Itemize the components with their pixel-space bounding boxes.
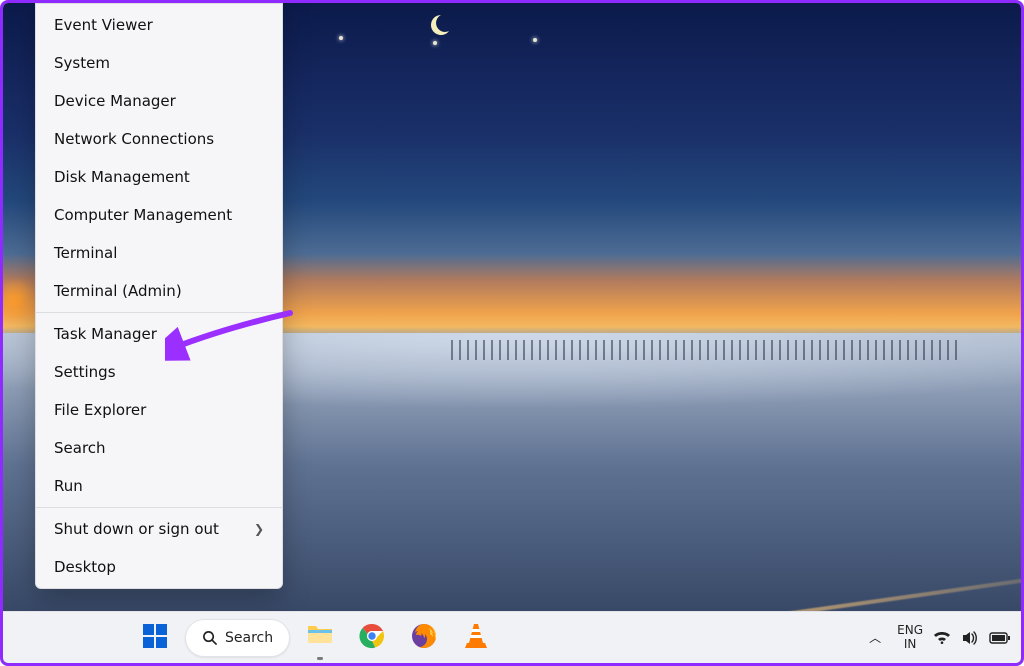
- menu-item-label: Device Manager: [54, 92, 176, 110]
- menu-item-label: Search: [54, 439, 106, 457]
- chrome-icon: [359, 623, 385, 653]
- menu-item-label: Run: [54, 477, 83, 495]
- firefox-icon: [411, 623, 437, 653]
- menu-item-system[interactable]: System: [36, 44, 282, 82]
- start-context-menu[interactable]: Event Viewer System Device Manager Netwo…: [35, 3, 283, 589]
- taskbar: Search: [3, 611, 1021, 663]
- menu-item-network-connections[interactable]: Network Connections: [36, 120, 282, 158]
- menu-item-event-viewer[interactable]: Event Viewer: [36, 6, 282, 44]
- menu-item-terminal-admin[interactable]: Terminal (Admin): [36, 272, 282, 310]
- menu-item-label: Terminal (Admin): [54, 282, 182, 300]
- taskbar-app-chrome[interactable]: [350, 618, 394, 658]
- speaker-icon[interactable]: [961, 629, 979, 647]
- menu-item-settings[interactable]: Settings: [36, 353, 282, 391]
- taskbar-search[interactable]: Search: [185, 619, 290, 657]
- chevron-right-icon: ❯: [254, 522, 264, 536]
- language-secondary: IN: [897, 638, 923, 651]
- star-icon: [533, 38, 537, 42]
- menu-item-shutdown-signout[interactable]: Shut down or sign out ❯: [36, 510, 282, 548]
- menu-item-label: Settings: [54, 363, 116, 381]
- menu-item-task-manager[interactable]: Task Manager: [36, 315, 282, 353]
- menu-separator: [36, 312, 282, 313]
- menu-item-device-manager[interactable]: Device Manager: [36, 82, 282, 120]
- menu-item-label: File Explorer: [54, 401, 146, 419]
- menu-item-run[interactable]: Run: [36, 467, 282, 505]
- taskbar-app-firefox[interactable]: [402, 618, 446, 658]
- moon-icon: [427, 13, 451, 37]
- folder-icon: [306, 621, 334, 649]
- wifi-icon[interactable]: [933, 629, 951, 647]
- battery-icon[interactable]: [989, 631, 1011, 645]
- menu-item-label: Disk Management: [54, 168, 190, 186]
- menu-item-disk-management[interactable]: Disk Management: [36, 158, 282, 196]
- menu-item-file-explorer[interactable]: File Explorer: [36, 391, 282, 429]
- menu-item-label: Computer Management: [54, 206, 232, 224]
- language-primary: ENG: [897, 624, 923, 637]
- language-indicator[interactable]: ENG IN: [897, 624, 923, 650]
- menu-item-label: Terminal: [54, 244, 117, 262]
- menu-item-terminal[interactable]: Terminal: [36, 234, 282, 272]
- menu-item-computer-management[interactable]: Computer Management: [36, 196, 282, 234]
- menu-separator: [36, 507, 282, 508]
- menu-item-label: System: [54, 54, 110, 72]
- taskbar-app-vlc[interactable]: [454, 618, 498, 658]
- chevron-up-icon: ︿: [869, 631, 881, 645]
- wallpaper-treeline: [451, 340, 960, 360]
- taskbar-center: Search: [133, 615, 498, 660]
- taskbar-app-file-explorer[interactable]: [298, 615, 342, 660]
- menu-item-label: Task Manager: [54, 325, 157, 343]
- tray-overflow-button[interactable]: ︿: [863, 625, 887, 650]
- menu-item-label: Shut down or sign out: [54, 520, 219, 538]
- menu-item-search[interactable]: Search: [36, 429, 282, 467]
- system-tray: ︿ ENG IN: [863, 612, 1011, 663]
- vlc-icon: [464, 623, 488, 653]
- star-icon: [433, 41, 437, 45]
- running-indicator: [317, 657, 323, 660]
- menu-item-label: Desktop: [54, 558, 116, 576]
- taskbar-search-label: Search: [225, 630, 273, 646]
- menu-item-desktop[interactable]: Desktop: [36, 548, 282, 586]
- start-button[interactable]: [133, 618, 177, 658]
- menu-item-label: Network Connections: [54, 130, 214, 148]
- viewport: Event Viewer System Device Manager Netwo…: [0, 0, 1024, 666]
- menu-item-label: Event Viewer: [54, 16, 153, 34]
- star-icon: [339, 36, 343, 40]
- search-icon: [202, 630, 217, 645]
- windows-logo-icon: [142, 623, 168, 653]
